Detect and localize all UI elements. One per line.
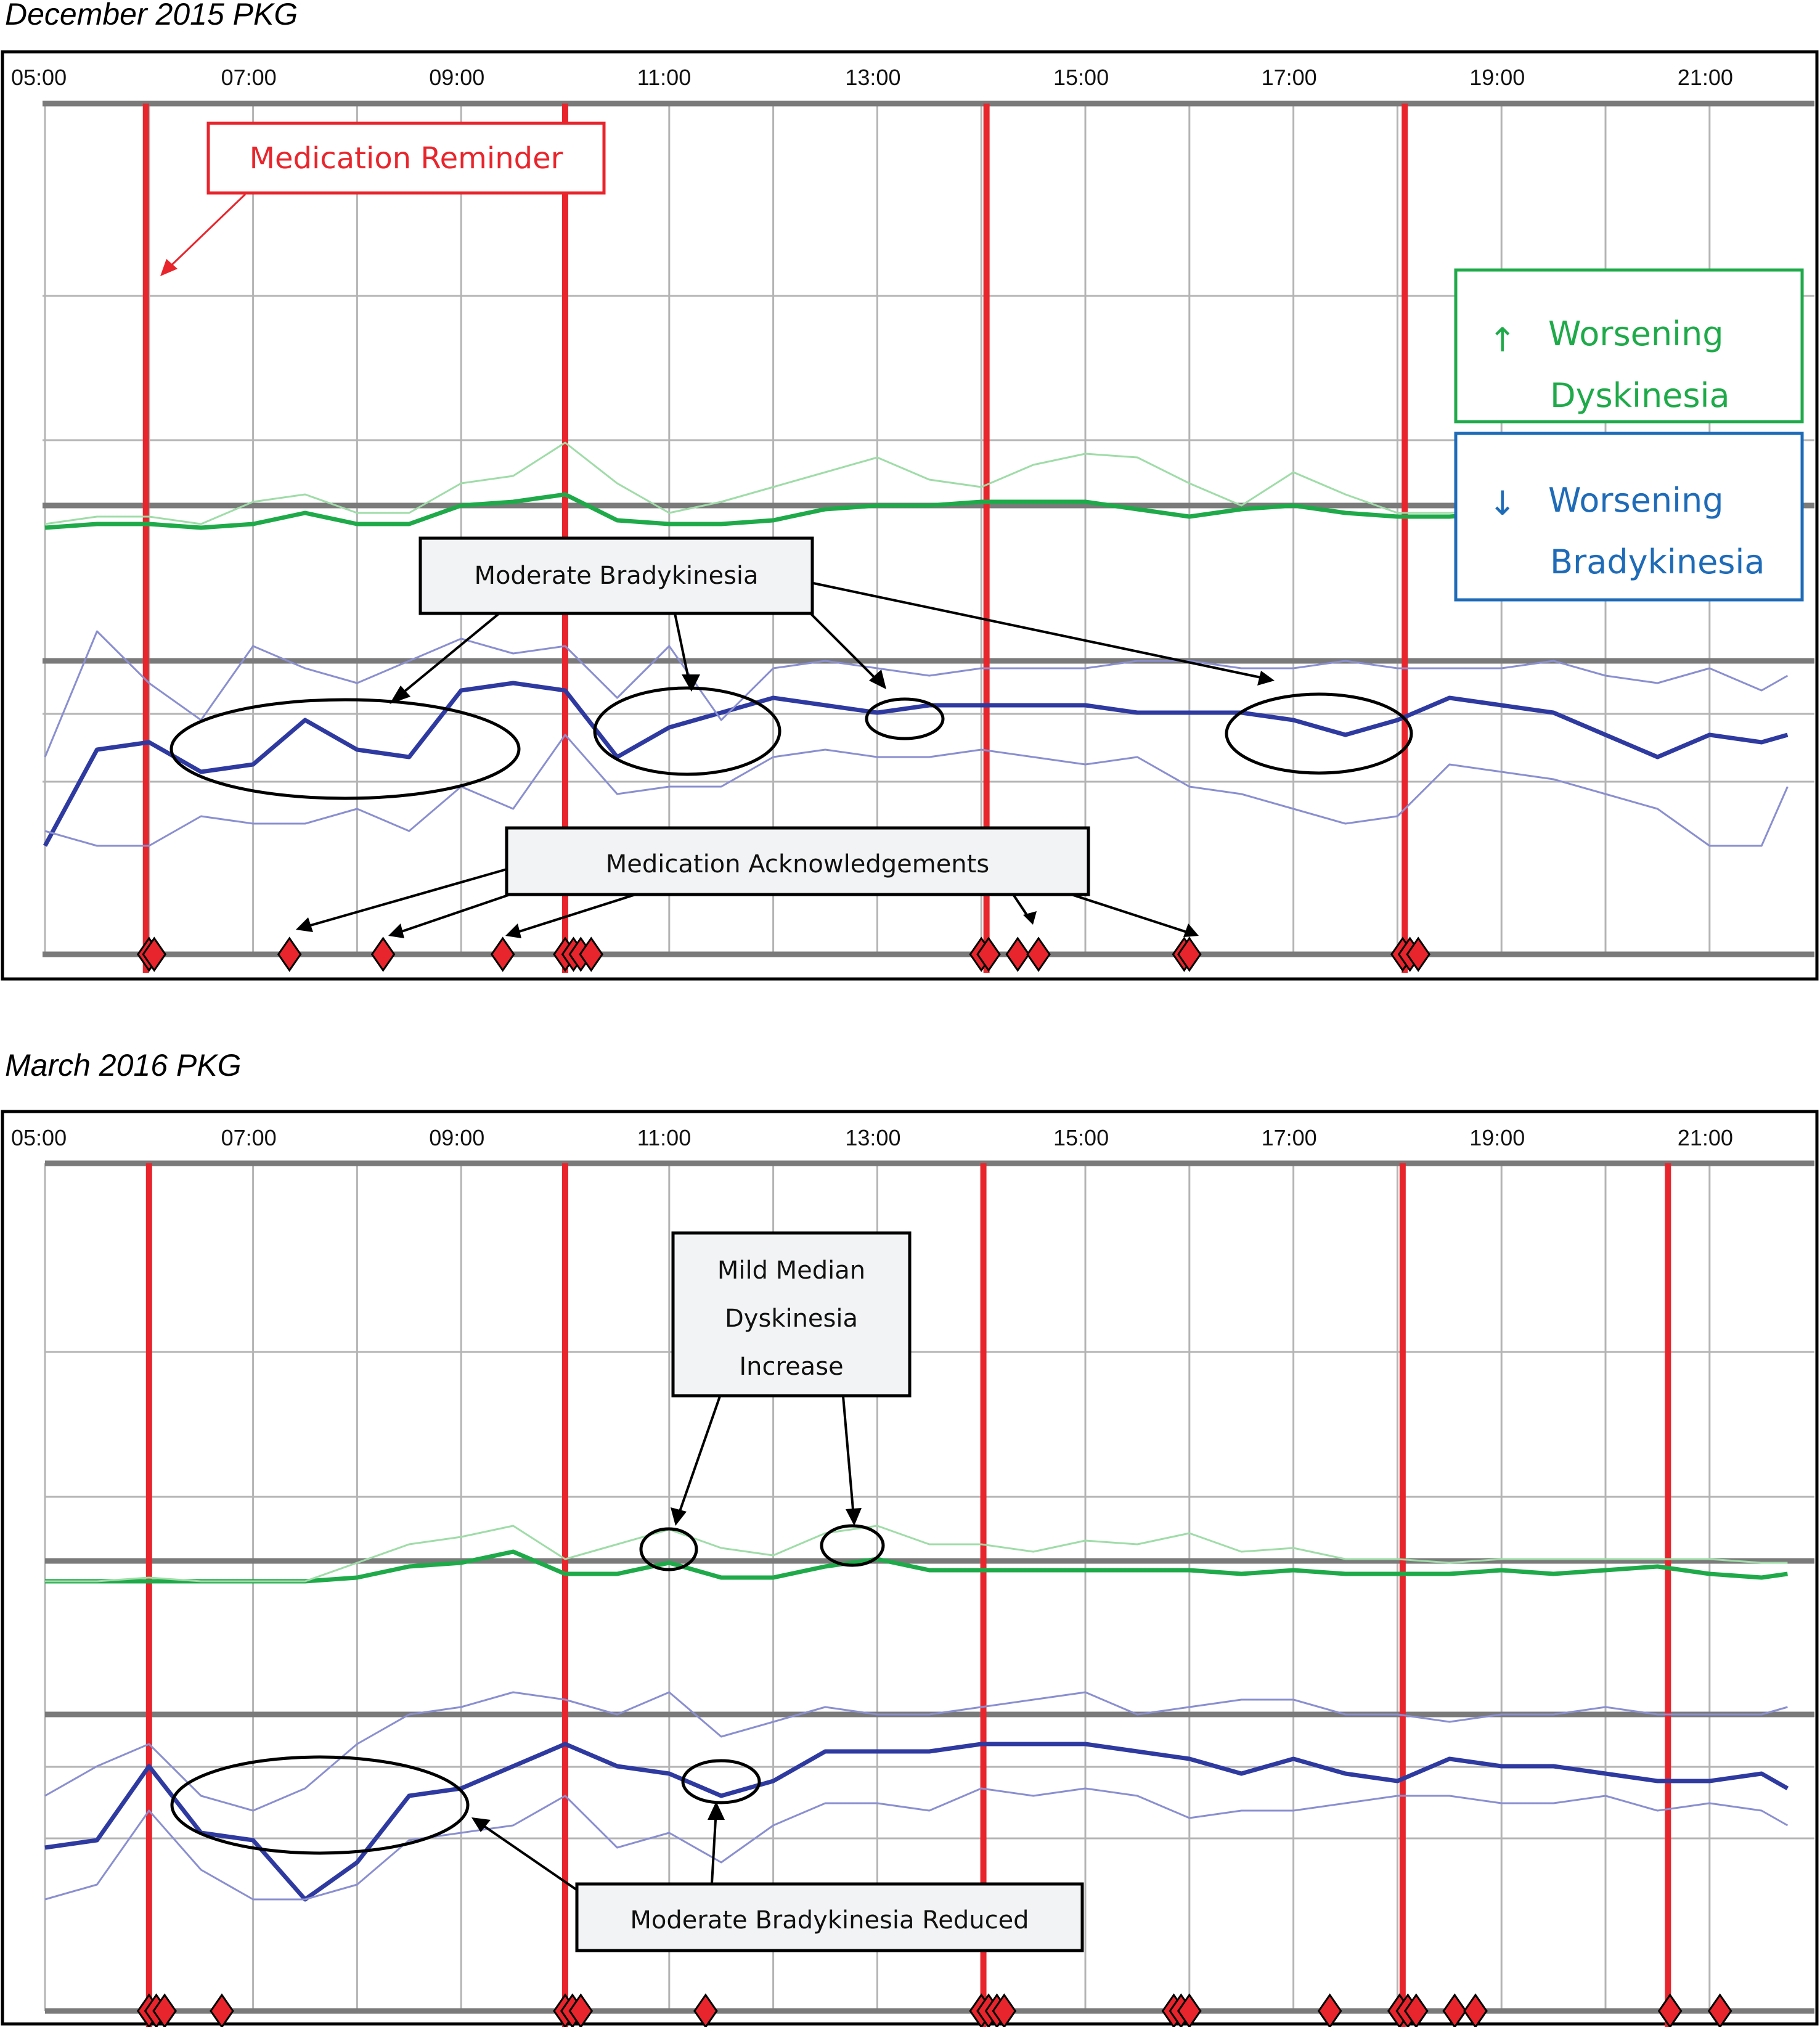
brady-reduced-label: Moderate Bradykinesia Reduced — [630, 1906, 1029, 1935]
x-tick-label: 11:00 — [637, 1125, 691, 1150]
x-tick-label: 05:00 — [11, 1125, 67, 1150]
x-tick-label: 13:00 — [845, 1125, 900, 1150]
legend-dyskinesia-line2: Dyskinesia — [1550, 376, 1730, 415]
mild-dyskinesia-line3: Increase — [739, 1353, 843, 1381]
arrow-up-icon: ↑ — [1488, 321, 1516, 359]
x-tick-label: 21:00 — [1678, 1125, 1733, 1150]
x-tick-label: 19:00 — [1469, 65, 1525, 90]
chart-panel-dec-2015: 05:00 07:00 09:00 11:00 13:00 15:00 17:00 19:00… — [1, 50, 1819, 981]
x-tick-label: 21:00 — [1678, 65, 1733, 90]
x-tick-label: 17:00 — [1262, 65, 1317, 90]
x-axis-ticks: 05:00 07:00 09:00 11:00 13:00 15:00 17:00 19:00… — [11, 65, 1733, 90]
legend-dyskinesia-line1: Worsening — [1548, 314, 1724, 353]
chart-panel-mar-2016: 05:00 07:00 09:00 11:00 13:00 15:00 17:00 19:00… — [1, 1110, 1819, 2027]
x-tick-label: 09:00 — [429, 65, 484, 90]
x-tick-label: 19:00 — [1469, 1125, 1525, 1150]
mild-dyskinesia-line2: Dyskinesia — [725, 1304, 858, 1333]
mild-dyskinesia-line1: Mild Median — [717, 1256, 865, 1285]
medication-reminder-label: Medication Reminder — [250, 141, 563, 176]
x-tick-label: 15:00 — [1053, 1125, 1109, 1150]
legend-bradykinesia-line2: Bradykinesia — [1550, 543, 1765, 581]
medication-acknowledgements-label: Medication Acknowledgements — [606, 850, 989, 878]
pkg-figure: December 2015 PKG 05:00 07:00 09:00 11:00 13… — [1, 0, 1819, 2027]
x-tick-label: 09:00 — [429, 1125, 484, 1150]
panel-title-dec-2015: December 2015 PKG — [5, 0, 298, 31]
x-tick-label: 05:00 — [11, 65, 67, 90]
x-tick-label: 13:00 — [845, 65, 900, 90]
moderate-bradykinesia-label: Moderate Bradykinesia — [474, 562, 758, 590]
arrow-down-icon: ↓ — [1488, 484, 1516, 523]
x-tick-label: 11:00 — [637, 65, 691, 90]
x-tick-label: 15:00 — [1053, 65, 1109, 90]
panel-title-mar-2016: March 2016 PKG — [5, 1048, 242, 1083]
x-tick-label: 17:00 — [1262, 1125, 1317, 1150]
x-tick-label: 07:00 — [221, 1125, 277, 1150]
x-axis-ticks: 05:00 07:00 09:00 11:00 13:00 15:00 17:00 19:00… — [11, 1125, 1733, 1150]
legend-bradykinesia-line1: Worsening — [1548, 481, 1724, 520]
x-tick-label: 07:00 — [221, 65, 277, 90]
